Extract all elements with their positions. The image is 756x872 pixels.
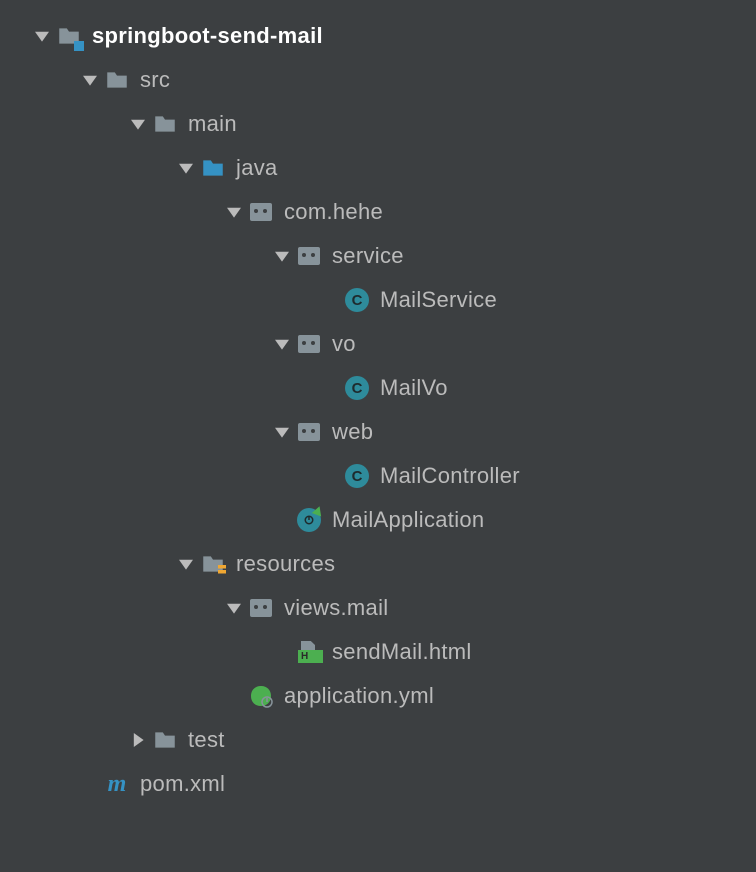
folder-icon (104, 67, 130, 93)
tree-item-root[interactable]: springboot-send-mail (0, 14, 756, 58)
tree-item-label: MailService (380, 287, 497, 313)
tree-item-service[interactable]: service (0, 234, 756, 278)
tree-item-label: vo (332, 331, 356, 357)
tree-item-application-yml[interactable]: application.yml (0, 674, 756, 718)
resources-folder-icon (200, 551, 226, 577)
module-folder-icon (56, 23, 82, 49)
package-icon (248, 199, 274, 225)
maven-icon: m (104, 771, 130, 797)
tree-item-src[interactable]: src (0, 58, 756, 102)
package-icon (296, 331, 322, 357)
tree-item-vo[interactable]: vo (0, 322, 756, 366)
java-class-icon: C (344, 287, 370, 313)
chevron-down-icon[interactable] (220, 601, 248, 615)
tree-item-send-mail-html[interactable]: sendMail.html (0, 630, 756, 674)
chevron-down-icon[interactable] (220, 205, 248, 219)
tree-item-java[interactable]: java (0, 146, 756, 190)
tree-item-label: pom.xml (140, 771, 225, 797)
project-tree: springboot-send-mail src main java (0, 14, 756, 806)
chevron-down-icon[interactable] (172, 161, 200, 175)
tree-item-label: java (236, 155, 278, 181)
source-folder-icon (200, 155, 226, 181)
chevron-down-icon[interactable] (28, 29, 56, 43)
folder-icon (152, 727, 178, 753)
tree-item-package[interactable]: com.hehe (0, 190, 756, 234)
java-class-icon: C (344, 463, 370, 489)
tree-item-mail-service[interactable]: C MailService (0, 278, 756, 322)
spring-config-icon (248, 683, 274, 709)
tree-item-label: com.hehe (284, 199, 383, 225)
tree-item-web[interactable]: web (0, 410, 756, 454)
chevron-right-icon[interactable] (124, 733, 152, 747)
tree-item-label: main (188, 111, 237, 137)
java-class-icon: C (344, 375, 370, 401)
tree-item-pom-xml[interactable]: m pom.xml (0, 762, 756, 806)
tree-item-label: springboot-send-mail (92, 23, 323, 49)
chevron-down-icon[interactable] (124, 117, 152, 131)
package-icon (296, 243, 322, 269)
html-file-icon (296, 639, 322, 665)
tree-item-mail-controller[interactable]: C MailController (0, 454, 756, 498)
package-icon (296, 419, 322, 445)
tree-item-label: service (332, 243, 404, 269)
tree-item-test[interactable]: test (0, 718, 756, 762)
tree-item-label: resources (236, 551, 335, 577)
tree-item-label: sendMail.html (332, 639, 472, 665)
tree-item-label: MailApplication (332, 507, 484, 533)
tree-item-label: application.yml (284, 683, 434, 709)
tree-item-mail-vo[interactable]: C MailVo (0, 366, 756, 410)
chevron-down-icon[interactable] (268, 249, 296, 263)
tree-item-label: MailController (380, 463, 520, 489)
chevron-down-icon[interactable] (172, 557, 200, 571)
tree-item-main[interactable]: main (0, 102, 756, 146)
folder-icon (152, 111, 178, 137)
chevron-down-icon[interactable] (268, 425, 296, 439)
tree-item-label: MailVo (380, 375, 448, 401)
tree-item-views-mail[interactable]: views.mail (0, 586, 756, 630)
chevron-down-icon[interactable] (268, 337, 296, 351)
tree-item-label: src (140, 67, 170, 93)
package-icon (248, 595, 274, 621)
tree-item-label: web (332, 419, 373, 445)
tree-item-label: test (188, 727, 225, 753)
tree-item-label: views.mail (284, 595, 388, 621)
chevron-down-icon[interactable] (76, 73, 104, 87)
tree-item-mail-application[interactable]: MailApplication (0, 498, 756, 542)
tree-item-resources[interactable]: resources (0, 542, 756, 586)
spring-boot-app-icon (296, 507, 322, 533)
